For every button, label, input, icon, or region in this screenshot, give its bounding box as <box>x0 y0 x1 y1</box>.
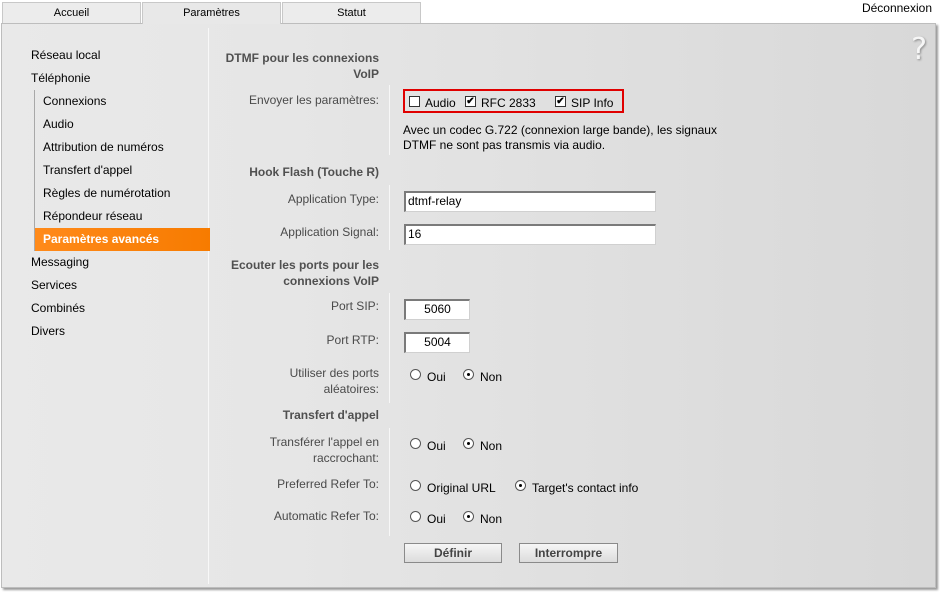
port-rtp-input[interactable]: 5004 <box>404 332 470 353</box>
sidebar-item-telephonie[interactable]: Téléphonie <box>2 67 217 90</box>
form-divider <box>389 293 390 403</box>
section-title-dtmf: DTMF pour les connexions VoIP <box>225 51 379 81</box>
form-divider <box>389 428 390 536</box>
label-port-rtp: Port RTP: <box>326 333 379 347</box>
radio-hangup-transfer-oui[interactable] <box>410 438 421 449</box>
dtmf-note: Avec un codec G.722 (connexion large ban… <box>403 123 717 153</box>
sidebar-item-attribution-numeros[interactable]: Attribution de numéros <box>35 136 217 159</box>
sidebar-item-messaging[interactable]: Messaging <box>2 251 217 274</box>
sidebar-item-repondeur-reseau[interactable]: Répondeur réseau <box>35 205 217 228</box>
section-title-transfert: Transfert d'appel <box>282 408 379 422</box>
label-ports-aleatoires: Utiliser des ports aléatoires: <box>209 365 379 397</box>
section-title-hookflash: Hook Flash (Touche R) <box>249 165 379 179</box>
label-ports-aleatoires-line2: aléatoires: <box>323 382 379 396</box>
sidebar-item-connexions[interactable]: Connexions <box>35 90 217 113</box>
radio-hangup-transfer-non[interactable] <box>463 438 474 449</box>
radio-automatic-refer-oui-label: Oui <box>427 512 446 526</box>
radio-random-ports-non[interactable] <box>463 369 474 380</box>
label-automatic-refer-to: Automatic Refer To: <box>273 509 379 523</box>
sidebar-item-parametres-avances[interactable]: Paramètres avancés <box>35 228 210 251</box>
label-application-type: Application Type: <box>287 192 379 206</box>
label-port-sip: Port SIP: <box>330 299 379 313</box>
radio-random-ports-oui[interactable] <box>410 369 421 380</box>
radio-hangup-transfer-non-label: Non <box>480 439 503 453</box>
form-divider <box>389 85 390 155</box>
radio-hangup-transfer-oui-label: Oui <box>427 439 446 453</box>
dtmf-note-line2: DTMF ne sont pas transmis via audio. <box>403 138 606 152</box>
radio-automatic-refer-non-label: Non <box>480 512 503 526</box>
tab-accueil[interactable]: Accueil <box>2 2 141 23</box>
sidebar-item-services[interactable]: Services <box>2 274 217 297</box>
dtmf-note-line1: Avec un codec G.722 (connexion large ban… <box>403 123 717 137</box>
sidebar-item-transfert-appel[interactable]: Transfert d'appel <box>35 159 217 182</box>
logout-link[interactable]: Déconnexion <box>862 1 932 15</box>
label-envoyer-parametres: Envoyer les paramètres: <box>248 93 379 107</box>
checkbox-audio-label: Audio <box>425 96 456 110</box>
label-transfert-raccrochant-line2: raccrochant: <box>312 451 379 465</box>
help-icon[interactable]: ? <box>911 32 927 67</box>
checkbox-rfc2833[interactable]: ✔ <box>465 96 476 107</box>
sidebar-item-audio[interactable]: Audio <box>35 113 217 136</box>
sidebar-nav: Réseau local Téléphonie Connexions Audio… <box>2 44 217 343</box>
radio-preferred-target-contact-label: Target's contact info <box>532 481 639 495</box>
application-signal-input[interactable]: 16 <box>404 224 656 245</box>
label-transfert-raccrochant: Transférer l'appel en raccrochant: <box>209 434 379 466</box>
application-type-input[interactable]: dtmf-relay <box>404 191 656 212</box>
checkbox-audio[interactable] <box>409 96 420 107</box>
radio-preferred-target-contact[interactable] <box>515 480 526 491</box>
radio-automatic-refer-oui[interactable] <box>410 511 421 522</box>
sidebar-item-combines[interactable]: Combinés <box>2 297 217 320</box>
radio-random-ports-oui-label: Oui <box>427 370 446 384</box>
label-preferred-refer-to: Preferred Refer To: <box>277 477 379 491</box>
label-application-signal: Application Signal: <box>280 225 379 239</box>
checkbox-rfc2833-label: RFC 2833 <box>481 96 536 110</box>
sidebar-telephonie-submenu: Connexions Audio Attribution de numéros … <box>34 90 217 251</box>
section-title-ports-line2: connexions VoIP <box>283 274 379 288</box>
checkbox-sip-info-label: SIP Info <box>571 96 614 110</box>
port-sip-input[interactable]: 5060 <box>404 299 470 320</box>
label-transfert-raccrochant-line1: Transférer l'appel en <box>269 435 379 449</box>
top-tabs: Accueil Paramètres Statut Déconnexion <box>0 0 940 24</box>
checkbox-sip-info[interactable]: ✔ <box>555 96 566 107</box>
radio-preferred-original-url[interactable] <box>410 480 421 491</box>
sidebar-item-divers[interactable]: Divers <box>2 320 217 343</box>
radio-automatic-refer-non[interactable] <box>463 511 474 522</box>
definir-button[interactable]: Définir <box>404 543 502 563</box>
tab-parametres[interactable]: Paramètres <box>142 2 281 24</box>
interrompre-button[interactable]: Interrompre <box>519 543 618 563</box>
form-divider <box>389 185 390 250</box>
section-title-ports: Ecouter les ports pour les connexions Vo… <box>209 257 379 289</box>
section-title-ports-line1: Ecouter les ports pour les <box>230 258 379 272</box>
radio-preferred-original-url-label: Original URL <box>427 481 496 495</box>
sidebar-item-reseau-local[interactable]: Réseau local <box>2 44 217 67</box>
label-ports-aleatoires-line1: Utiliser des ports <box>289 366 379 380</box>
tab-statut[interactable]: Statut <box>282 2 421 23</box>
radio-random-ports-non-label: Non <box>480 370 503 384</box>
sidebar-item-regles-numerotation[interactable]: Règles de numérotation <box>35 182 217 205</box>
